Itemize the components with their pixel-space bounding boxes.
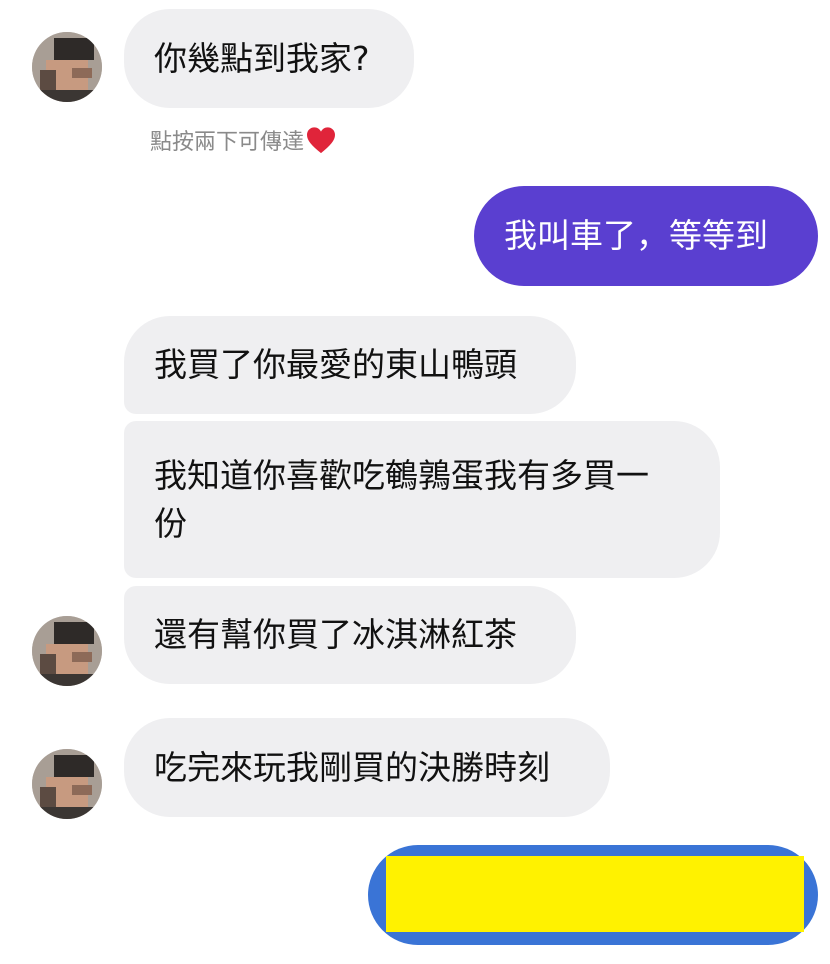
- incoming-message-bubble[interactable]: 我知道你喜歡吃鵪鶉蛋我有多買一 份: [124, 421, 720, 578]
- heart-icon: [307, 127, 336, 154]
- incoming-message-bubble[interactable]: 吃完來玩我剛買的決勝時刻: [124, 718, 610, 817]
- message-text-line-1: 我知道你喜歡吃鵪鶉蛋我有多買一: [154, 455, 649, 495]
- redaction-block: [386, 856, 804, 932]
- outgoing-message-bubble[interactable]: 我叫車了，等等到: [474, 186, 818, 286]
- message-text: 還有幫你買了冰淇淋紅茶: [154, 615, 517, 654]
- sender-avatar[interactable]: [32, 749, 102, 819]
- double-tap-reaction-hint: 點按兩下可傳達: [150, 124, 336, 156]
- message-text: 你幾點到我家?: [154, 38, 370, 78]
- redacted-outgoing-message: [368, 845, 818, 945]
- message-text: 我叫車了，等等到: [504, 216, 768, 255]
- hint-text: 點按兩下可傳達: [150, 130, 305, 155]
- incoming-message-bubble[interactable]: 你幾點到我家?: [124, 9, 414, 108]
- incoming-message-bubble[interactable]: 我買了你最愛的東山鴨頭: [124, 316, 576, 414]
- sender-avatar[interactable]: [32, 32, 102, 102]
- incoming-message-bubble[interactable]: 還有幫你買了冰淇淋紅茶: [124, 586, 576, 684]
- message-text: 吃完來玩我剛買的決勝時刻: [154, 747, 550, 787]
- sender-avatar[interactable]: [32, 616, 102, 686]
- message-text-line-2: 份: [154, 503, 187, 543]
- message-text: 我買了你最愛的東山鴨頭: [154, 345, 517, 384]
